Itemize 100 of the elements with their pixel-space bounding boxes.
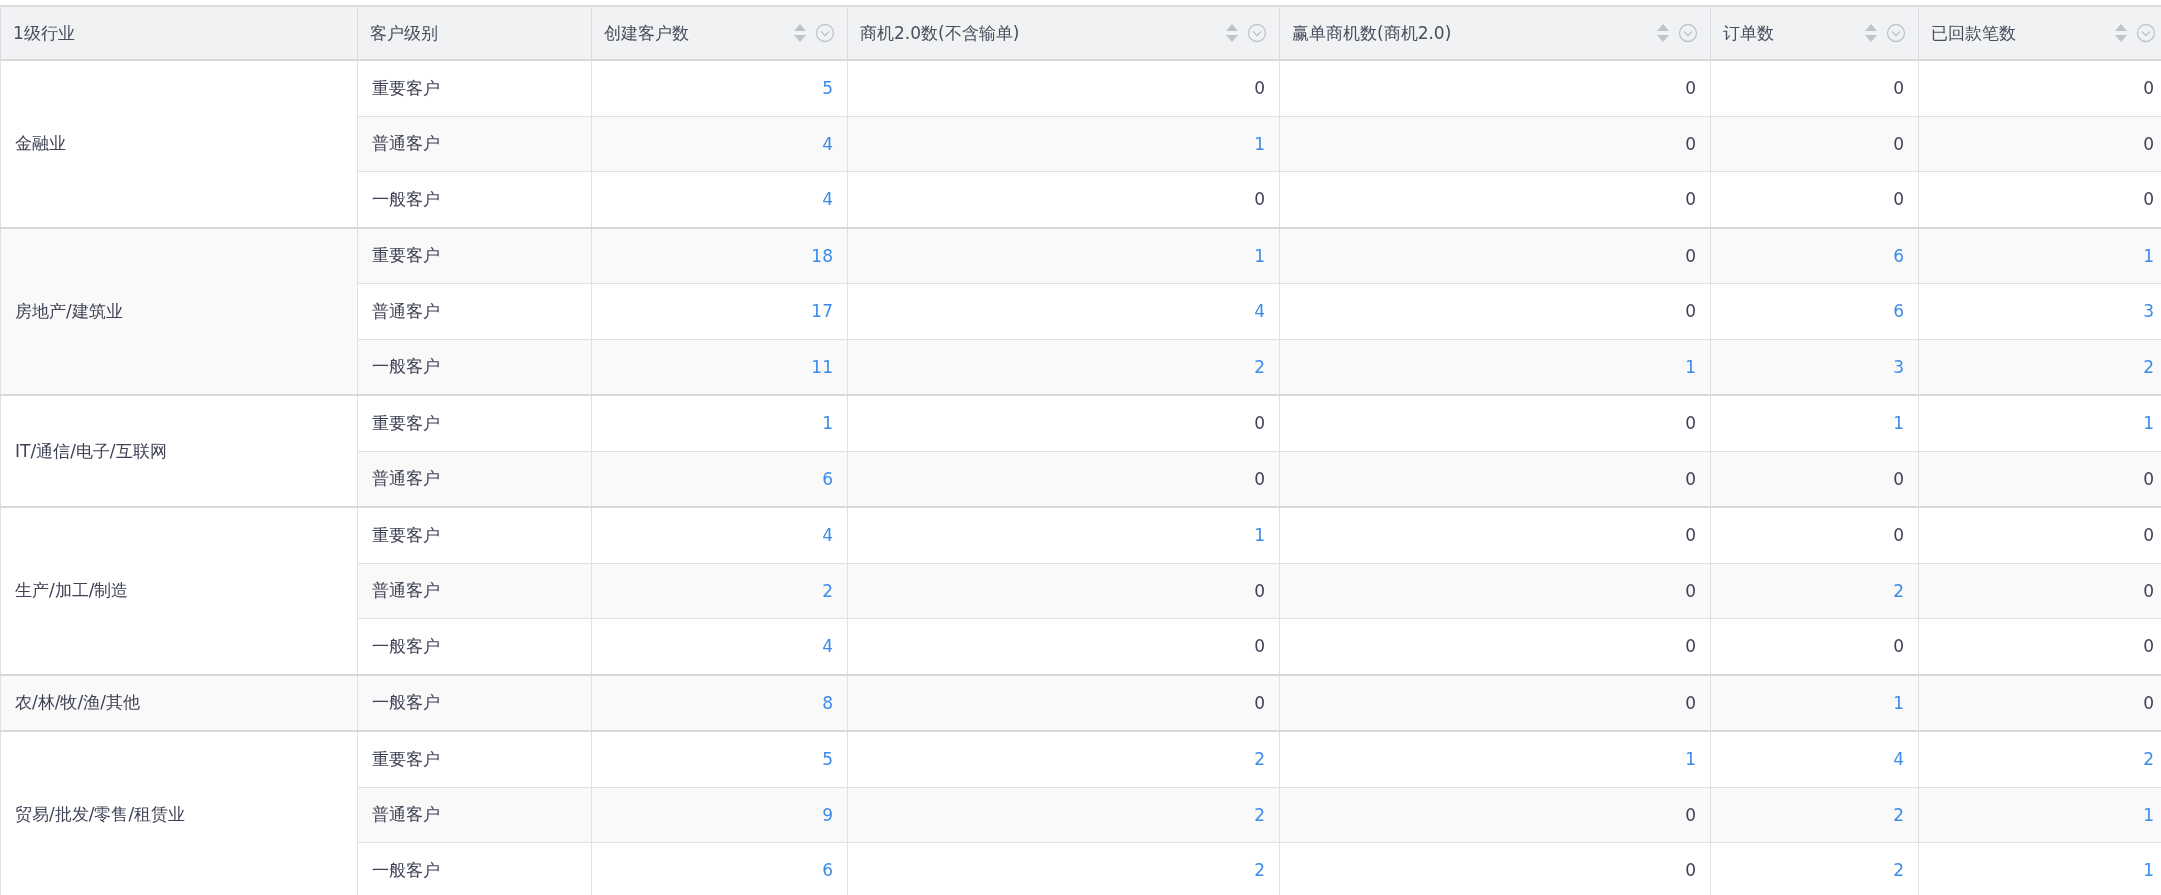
count-value: 0 — [2143, 468, 2154, 489]
customer-level-cell: 一般客户 — [357, 171, 592, 228]
count-link[interactable]: 9 — [822, 804, 833, 825]
count-link[interactable]: 8 — [822, 692, 833, 713]
count-value: 0 — [2143, 78, 2154, 99]
count-link[interactable]: 4 — [1893, 749, 1904, 770]
count-link[interactable]: 2 — [2143, 356, 2154, 377]
count-link[interactable]: 2 — [1254, 356, 1265, 377]
count-link[interactable]: 2 — [2143, 749, 2154, 770]
count-link[interactable]: 6 — [822, 860, 833, 881]
count-link[interactable]: 3 — [1893, 356, 1904, 377]
industry-cell: 金融业 — [0, 60, 358, 228]
industry-cell: 贸易/批发/零售/租赁业 — [0, 731, 358, 895]
count-value: 0 — [2143, 525, 2154, 546]
count-value: 0 — [1685, 525, 1696, 546]
column-header[interactable]: 赢单商机数(商机2.0) — [1279, 6, 1711, 60]
count-link[interactable]: 2 — [1893, 860, 1904, 881]
customer-level-cell: 重要客户 — [357, 731, 592, 787]
count-link[interactable]: 2 — [1254, 804, 1265, 825]
count-link[interactable]: 4 — [822, 133, 833, 154]
count-value: 0 — [2143, 189, 2154, 210]
count-link[interactable]: 3 — [2143, 301, 2154, 322]
count-link[interactable]: 6 — [1893, 245, 1904, 266]
count-value: 0 — [1685, 245, 1696, 266]
count-link[interactable]: 5 — [822, 78, 833, 99]
sort-icon[interactable] — [793, 23, 807, 43]
customer-level-cell: 一般客户 — [357, 842, 592, 895]
count-link[interactable]: 2 — [1254, 749, 1265, 770]
count-link[interactable]: 2 — [1893, 580, 1904, 601]
count-link[interactable]: 5 — [822, 749, 833, 770]
column-header: 1级行业 — [0, 6, 358, 60]
count-link[interactable]: 6 — [822, 468, 833, 489]
count-link[interactable]: 1 — [822, 413, 833, 434]
customer-level-cell: 重要客户 — [357, 507, 592, 563]
count-value: 0 — [1685, 413, 1696, 434]
count-value: 0 — [1893, 636, 1904, 657]
customer-level-cell: 普通客户 — [357, 787, 592, 843]
count-link[interactable]: 11 — [811, 356, 833, 377]
count-link[interactable]: 1 — [2143, 413, 2154, 434]
count-link[interactable]: 18 — [811, 245, 833, 266]
count-value: 0 — [1254, 636, 1265, 657]
count-link[interactable]: 1 — [1254, 525, 1265, 546]
count-value: 0 — [1893, 133, 1904, 154]
column-header[interactable]: 订单数 — [1710, 6, 1919, 60]
count-value: 0 — [1685, 133, 1696, 154]
count-link[interactable]: 2 — [1254, 860, 1265, 881]
industry-cell: IT/通信/电子/互联网 — [0, 395, 358, 507]
customer-level-cell: 重要客户 — [357, 227, 592, 284]
customer-level-cell: 重要客户 — [357, 60, 592, 116]
count-link[interactable]: 4 — [822, 525, 833, 546]
count-value: 0 — [1254, 580, 1265, 601]
industry-cell: 房地产/建筑业 — [0, 227, 358, 395]
sort-icon[interactable] — [1864, 23, 1878, 43]
column-header[interactable]: 创建客户数 — [591, 6, 848, 60]
count-value: 0 — [1685, 189, 1696, 210]
customer-level-cell: 普通客户 — [357, 451, 592, 507]
column-header: 客户级别 — [357, 6, 592, 60]
count-link[interactable]: 6 — [1893, 301, 1904, 322]
count-value: 0 — [1685, 636, 1696, 657]
count-link[interactable]: 1 — [2143, 804, 2154, 825]
count-value: 0 — [1685, 692, 1696, 713]
count-link[interactable]: 2 — [1893, 804, 1904, 825]
count-link[interactable]: 1 — [2143, 860, 2154, 881]
count-link[interactable]: 1 — [1254, 133, 1265, 154]
customer-level-cell: 普通客户 — [357, 116, 592, 172]
count-link[interactable]: 4 — [822, 189, 833, 210]
dropdown-circle-icon[interactable] — [1247, 23, 1267, 43]
count-value: 0 — [1254, 78, 1265, 99]
dropdown-circle-icon[interactable] — [2136, 23, 2156, 43]
customer-level-cell: 普通客户 — [357, 563, 592, 619]
sort-icon[interactable] — [2114, 23, 2128, 43]
count-value: 0 — [1254, 468, 1265, 489]
count-link[interactable]: 17 — [811, 301, 833, 322]
dropdown-circle-icon[interactable] — [1886, 23, 1906, 43]
count-link[interactable]: 1 — [1254, 245, 1265, 266]
industry-cell: 生产/加工/制造 — [0, 507, 358, 675]
dropdown-circle-icon[interactable] — [815, 23, 835, 43]
sort-icon[interactable] — [1225, 23, 1239, 43]
customer-level-cell: 一般客户 — [357, 339, 592, 395]
count-link[interactable]: 1 — [2143, 245, 2154, 266]
count-value: 0 — [1685, 580, 1696, 601]
count-link[interactable]: 1 — [1685, 356, 1696, 377]
count-link[interactable]: 1 — [1893, 692, 1904, 713]
column-header[interactable]: 商机2.0数(不含输单) — [847, 6, 1280, 60]
column-header[interactable]: 已回款笔数 — [1918, 6, 2161, 60]
count-value: 0 — [1685, 78, 1696, 99]
count-link[interactable]: 4 — [822, 636, 833, 657]
count-link[interactable]: 1 — [1893, 413, 1904, 434]
count-link[interactable]: 1 — [1685, 749, 1696, 770]
count-link[interactable]: 2 — [822, 580, 833, 601]
count-value: 0 — [1893, 189, 1904, 210]
industry-cell: 农/林/牧/渔/其他 — [0, 674, 358, 731]
count-value: 0 — [1685, 860, 1696, 881]
sort-icon[interactable] — [1656, 23, 1670, 43]
count-link[interactable]: 4 — [1254, 301, 1265, 322]
customer-level-cell: 重要客户 — [357, 395, 592, 451]
count-value: 0 — [1254, 189, 1265, 210]
count-value: 0 — [2143, 133, 2154, 154]
count-value: 0 — [1893, 78, 1904, 99]
dropdown-circle-icon[interactable] — [1678, 23, 1698, 43]
